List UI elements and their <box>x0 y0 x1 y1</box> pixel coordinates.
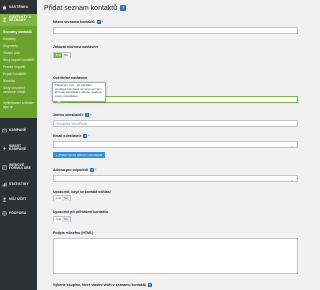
sidebar-item-label: WEBOVÉ FORMULÁŘE <box>9 162 31 171</box>
main-content: Přidat seznam kontaktů? Název seznamu ko… <box>37 0 300 290</box>
double-optin-label: Zakázat možnost nastavení <box>53 45 99 49</box>
chevron-down-icon: ⌄ <box>290 176 294 182</box>
sender-name-label: Jméno odesílatele? * <box>53 113 92 118</box>
reply-to-label: Adresa pro odpovědi? * <box>53 168 97 173</box>
list-name-input[interactable] <box>53 27 298 34</box>
sidebar-item-support[interactable]: PODPORA <box>0 208 37 218</box>
sidebar-subitem-new-import[interactable]: Nový import kontaktů <box>3 58 34 62</box>
sidebar-subitem-import-process[interactable]: Proces Importů <box>3 65 25 69</box>
lifebuoy-icon <box>2 210 7 216</box>
sidebar-item-forms[interactable]: WEBOVÉ FORMULÁŘE <box>0 162 37 174</box>
sidebar-subitem-contacts[interactable]: Kontakty <box>3 37 16 41</box>
verification-label: Ověřitelné nastavení <box>53 76 88 80</box>
toggle-no[interactable]: Ne <box>62 53 70 58</box>
sidebar-item-label: KAMPANĚ <box>9 128 27 132</box>
list-name-label: Název seznamu kontaktů? * <box>53 20 103 25</box>
sidebar-item-label: PODPORA <box>9 211 27 215</box>
sidebar-subitem-custom-fields[interactable]: Vlastní pole <box>3 51 20 55</box>
lightning-icon <box>3 146 6 151</box>
notify-sub-label: Upozornit při přihlášení kontaktu <box>53 210 108 214</box>
add-sender-email-button[interactable]: + Přidat novou adresu odesílatele <box>53 152 105 158</box>
home-icon <box>2 5 7 9</box>
sidebar-subitem-segments[interactable]: Segmenty <box>3 44 18 48</box>
sidebar: NÁSTĚNKA KONTAKTY A SEZNAMY Seznamy kont… <box>0 0 37 290</box>
help-icon[interactable]: ? <box>148 283 153 288</box>
help-icon[interactable]: ? <box>96 20 101 25</box>
sidebar-item-campaigns[interactable]: KAMPANĚ <box>0 125 37 135</box>
notify-unsub-label: Upozornit, když se kontakt odhlásí <box>53 190 111 194</box>
reply-to-select[interactable]: ⌄ <box>53 175 298 182</box>
app-window: NÁSTĚNKA KONTAKTY A SEZNAMY Seznamy kont… <box>0 0 300 290</box>
form-icon <box>2 165 7 170</box>
sidebar-item-stats[interactable]: STATISTIKY <box>0 179 37 189</box>
double-optin-toggle[interactable]: Ano Ne <box>53 52 71 58</box>
envelope-icon <box>2 128 7 132</box>
sidebar-subitem-search[interactable]: Vyhledávací a divider ajsn ai <box>3 101 35 109</box>
sender-email-label: Email odesílatele? * <box>53 134 90 139</box>
group-select-label: Vyberte skupinu, které vlastní vidět v s… <box>53 283 153 288</box>
sender-name-value: Testujeme WordPress <box>56 122 88 126</box>
help-icon[interactable]: ? <box>85 113 90 118</box>
chevron-down-icon: ⌄ <box>290 142 294 148</box>
sidebar-subitem-data-renewal[interactable]: Sloty obnovení osobních údajů <box>3 86 35 94</box>
sidebar-item-label: SMART KAMPANĚ <box>9 143 27 152</box>
help-icon[interactable]: ? <box>90 168 95 173</box>
signature-textarea[interactable] <box>53 238 298 274</box>
help-badge[interactable]: ? <box>120 5 127 12</box>
sidebar-item-label: MŮJ ÚČET <box>9 197 27 201</box>
sidebar-item-dashboard[interactable]: NÁSTĚNKA <box>0 2 37 12</box>
sidebar-item-label: NÁSTĚNKA <box>9 5 29 9</box>
bar-chart-icon <box>2 182 7 186</box>
page-title-text: Přidat seznam kontaktů <box>44 5 118 12</box>
sidebar-item-label: STATISTIKY <box>9 182 29 186</box>
toggle-no[interactable]: Ne <box>62 217 70 222</box>
sidebar-item-label: KONTAKTY A SEZNAMY <box>9 14 32 23</box>
help-icon[interactable]: ? <box>83 134 88 139</box>
sidebar-subitem-export[interactable]: Export kontaktů <box>3 72 26 76</box>
sidebar-subitem-blacklist[interactable]: Blacklist <box>3 79 15 83</box>
sidebar-item-account[interactable]: MŮJ ÚČET <box>0 194 37 204</box>
page-title: Přidat seznam kontaktů? <box>44 5 127 12</box>
contacts-icon <box>2 17 7 22</box>
help-tooltip: Pokud ten pole - při odeslání emailové k… <box>52 82 106 102</box>
sender-name-input[interactable]: Testujeme WordPress <box>53 120 298 127</box>
sender-email-select[interactable]: ⌄ <box>53 141 298 148</box>
sidebar-item-smart-campaigns[interactable]: SMART KAMPANĚ <box>0 143 37 155</box>
signature-label: Podpis rsksefnu (HTML) <box>53 231 94 235</box>
toggle-no[interactable]: Ne <box>62 196 70 201</box>
notify-sub-toggle[interactable]: Ano Ne <box>53 216 71 222</box>
sidebar-subitem-lists[interactable]: Seznamy kontaktů <box>3 30 32 34</box>
notify-unsub-toggle[interactable]: Ano Ne <box>53 195 71 201</box>
sidebar-item-contacts[interactable]: KONTAKTY A SEZNAMY <box>0 14 37 26</box>
user-icon <box>2 197 7 202</box>
